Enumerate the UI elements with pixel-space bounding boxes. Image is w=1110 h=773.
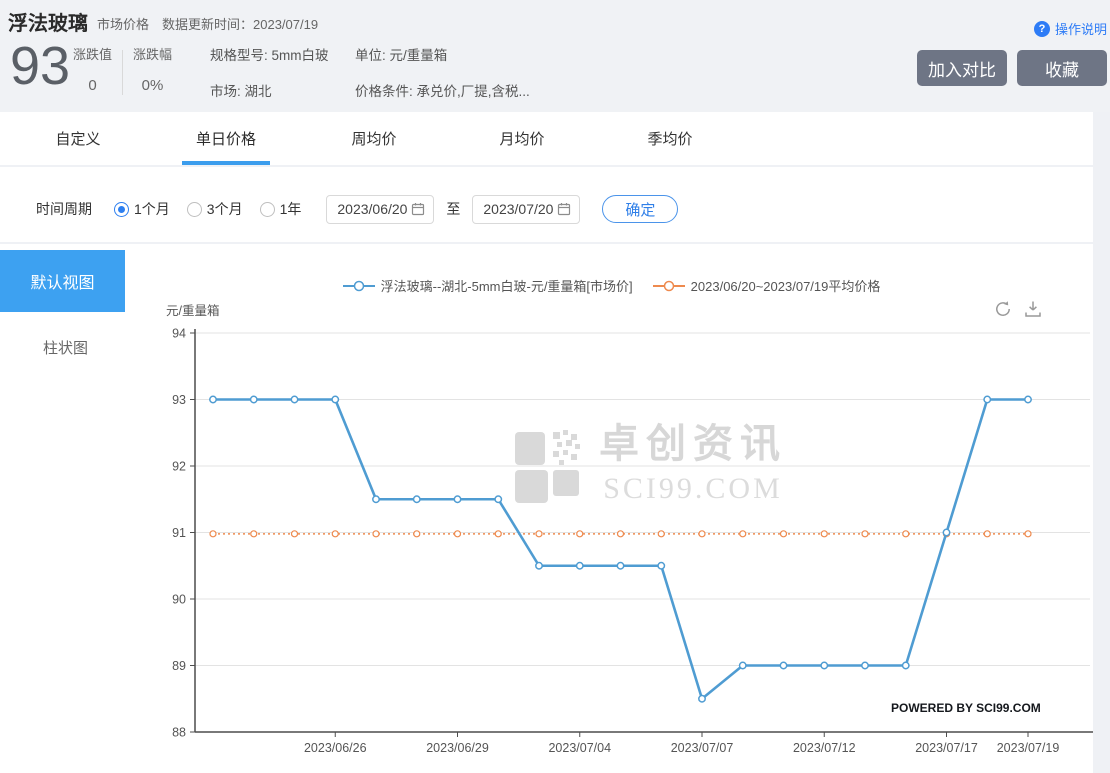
condition-label: 价格条件: 承兑价,厂提,含税... <box>355 80 530 100</box>
legend-line-icon <box>343 280 375 292</box>
unit-label: 单位: 元/重量箱 <box>355 44 530 64</box>
radio-dot-icon <box>260 202 275 217</box>
radio-1-month[interactable]: 1个月 <box>114 199 170 219</box>
to-label: 至 <box>446 199 460 219</box>
update-time: 数据更新时间：2023/07/19 <box>162 14 318 33</box>
confirm-button[interactable]: 确定 <box>602 195 678 223</box>
update-time-value: 2023/07/19 <box>253 17 318 32</box>
svg-text:2023/07/07: 2023/07/07 <box>671 741 734 755</box>
svg-text:2023/07/12: 2023/07/12 <box>793 741 856 755</box>
legend-item-series[interactable]: 浮法玻璃--湖北-5mm白玻-元/重量箱[市场价] <box>343 276 633 295</box>
y-axis-unit-label: 元/重量箱 <box>166 300 219 319</box>
help-label: 操作说明 <box>1055 19 1107 38</box>
spec-label: 规格型号: 5mm白玻 <box>210 44 329 64</box>
radio-3-month[interactable]: 3个月 <box>187 199 243 219</box>
tab-bar: 自定义 单日价格 周均价 月均价 季均价 <box>0 112 1093 165</box>
change-pct-block: 涨跌幅 0% <box>133 44 172 94</box>
tab-quarterly-avg[interactable]: 季均价 <box>596 112 744 165</box>
sidebar-item-default-view[interactable]: 默认视图 <box>0 250 125 312</box>
svg-text:2023/06/29: 2023/06/29 <box>426 741 489 755</box>
change-value-label: 涨跌值 <box>73 44 112 63</box>
radio-dot-icon <box>114 202 129 217</box>
tab-monthly-avg[interactable]: 月均价 <box>448 112 596 165</box>
page-title: 浮法玻璃 <box>8 7 88 36</box>
filter-bar: 时间周期 1个月 3个月 1年 2023/06/20 至 2023/07/20 <box>0 167 1093 242</box>
svg-text:91: 91 <box>172 526 186 540</box>
svg-text:2023/07/19: 2023/07/19 <box>997 741 1060 755</box>
tab-weekly-avg[interactable]: 周均价 <box>300 112 448 165</box>
help-button[interactable]: ? 操作说明 <box>1034 19 1107 38</box>
chart-legend: 浮法玻璃--湖北-5mm白玻-元/重量箱[市场价] 2023/06/20~202… <box>130 276 1093 295</box>
header: 浮法玻璃 市场价格 数据更新时间：2023/07/19 ? 操作说明 93 涨跌… <box>0 0 1110 112</box>
svg-text:88: 88 <box>172 726 186 740</box>
svg-text:93: 93 <box>172 393 186 407</box>
svg-text:94: 94 <box>172 328 186 341</box>
end-date-input[interactable]: 2023/07/20 <box>472 195 580 224</box>
period-label: 时间周期 <box>36 199 92 219</box>
page: 浮法玻璃 市场价格 数据更新时间：2023/07/19 ? 操作说明 93 涨跌… <box>0 0 1110 773</box>
radio-1-year[interactable]: 1年 <box>260 199 302 219</box>
unit-condition-block: 单位: 元/重量箱 价格条件: 承兑价,厂提,含税... <box>355 44 530 100</box>
chart-panel: 默认视图 柱状图 浮法玻璃--湖北-5mm白玻-元/重量箱[市场价] 2023/… <box>0 244 1093 773</box>
download-icon[interactable] <box>1023 299 1043 319</box>
add-compare-button[interactable]: 加入对比 <box>917 50 1007 86</box>
spec-market-block: 规格型号: 5mm白玻 市场: 湖北 <box>210 44 329 100</box>
market-price-label: 市场价格 <box>97 14 149 33</box>
change-pct: 0% <box>133 77 172 94</box>
change-value: 0 <box>73 77 112 94</box>
active-tab-underline <box>182 161 270 165</box>
start-date-input[interactable]: 2023/06/20 <box>326 195 434 224</box>
calendar-icon <box>557 202 571 216</box>
svg-text:2023/06/26: 2023/06/26 <box>304 741 367 755</box>
legend-item-average[interactable]: 2023/06/20~2023/07/19平均价格 <box>653 276 881 295</box>
current-price: 93 <box>10 38 70 95</box>
change-pct-label: 涨跌幅 <box>133 44 172 63</box>
favorite-button[interactable]: 收藏 <box>1017 50 1107 86</box>
question-circle-icon: ? <box>1034 21 1050 37</box>
svg-text:2023/07/17: 2023/07/17 <box>915 741 978 755</box>
tab-daily-price[interactable]: 单日价格 <box>152 112 300 165</box>
change-value-block: 涨跌值 0 <box>73 44 112 94</box>
svg-text:90: 90 <box>172 593 186 607</box>
refresh-icon[interactable] <box>993 299 1013 319</box>
svg-text:2023/07/04: 2023/07/04 <box>548 741 611 755</box>
radio-dot-icon <box>187 202 202 217</box>
divider <box>122 50 123 95</box>
sidebar-item-bar-chart[interactable]: 柱状图 <box>0 332 125 362</box>
calendar-icon <box>411 202 425 216</box>
powered-by-label: POWERED BY SCI99.COM <box>891 701 1041 715</box>
tab-custom[interactable]: 自定义 <box>4 112 152 165</box>
update-time-label: 数据更新时间： <box>162 17 253 32</box>
legend-line-icon <box>653 280 685 292</box>
market-label: 市场: 湖北 <box>210 80 329 100</box>
svg-text:92: 92 <box>172 460 186 474</box>
svg-text:89: 89 <box>172 659 186 673</box>
